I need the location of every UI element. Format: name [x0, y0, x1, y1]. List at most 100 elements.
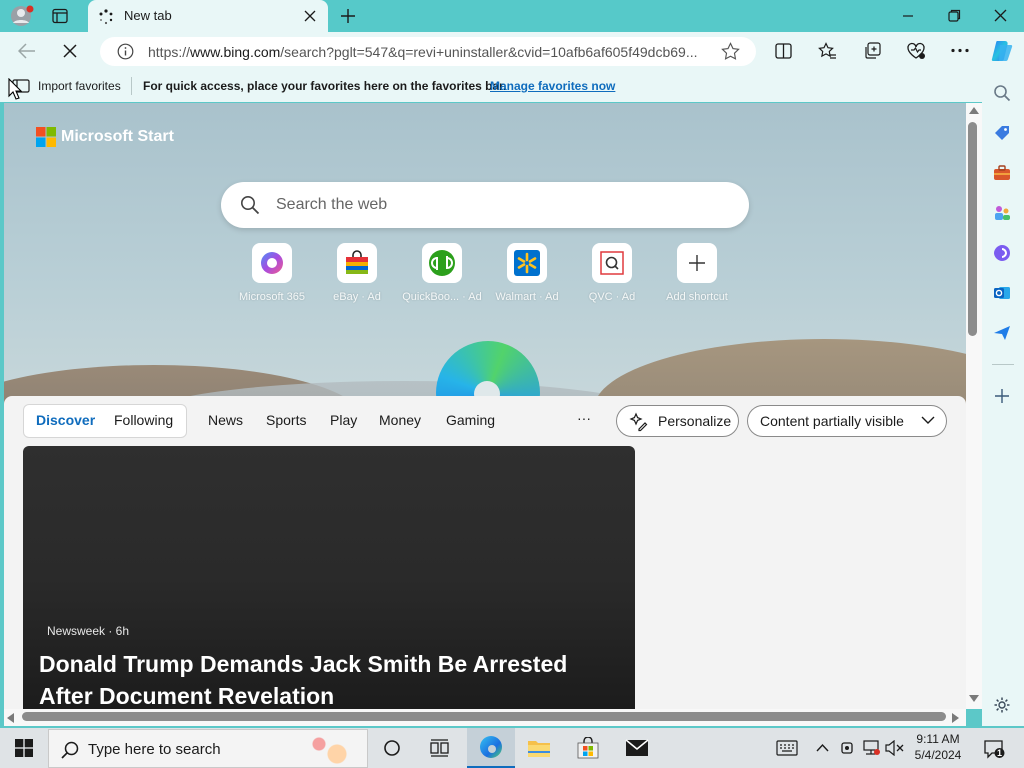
personalize-button[interactable]: Personalize: [616, 405, 739, 437]
shortcut-label: Walmart · Ad: [495, 291, 559, 303]
touch-keyboard-icon[interactable]: [776, 740, 798, 756]
scroll-down-arrow-icon[interactable]: [969, 695, 979, 702]
shortcut-label: Microsoft 365: [238, 291, 306, 303]
send-icon[interactable]: [993, 324, 1011, 342]
tab-new-tab[interactable]: New tab: [88, 0, 328, 32]
taskbar-search-box[interactable]: Type here to search: [48, 729, 368, 768]
shopping-tag-icon[interactable]: [993, 124, 1011, 142]
stop-loading-icon[interactable]: [62, 43, 78, 59]
search-placeholder: Search the web: [276, 196, 388, 213]
restore-icon[interactable]: [948, 9, 961, 22]
task-view-icon-button[interactable]: [416, 728, 464, 768]
sidebar-settings-gear-icon[interactable]: [993, 696, 1011, 714]
shortcut-ebay[interactable]: eBay · Ad: [317, 243, 397, 303]
horizontal-scroll-thumb[interactable]: [22, 712, 946, 721]
tab-actions-icon[interactable]: [52, 8, 68, 24]
import-favorites-link[interactable]: Import favorites: [38, 79, 121, 93]
shortcut-label: QVC · Ad: [588, 291, 636, 303]
shortcut-microsoft-365[interactable]: Microsoft 365: [232, 243, 312, 303]
tray-app-icon[interactable]: [840, 740, 854, 756]
close-window-icon[interactable]: [994, 9, 1007, 22]
task-view-button[interactable]: [368, 728, 416, 768]
scroll-left-arrow-icon[interactable]: [7, 713, 14, 723]
web-search-box[interactable]: Search the web: [221, 182, 749, 228]
file-explorer-button[interactable]: [515, 728, 563, 768]
start-button[interactable]: [0, 728, 48, 768]
back-arrow-icon[interactable]: [18, 43, 36, 59]
favorites-bar: Import favorites For quick access, place…: [0, 70, 982, 102]
tab-gaming[interactable]: Gaming: [446, 412, 495, 428]
new-tab-plus-icon[interactable]: [340, 8, 356, 24]
clock-time: 9:11 AM: [916, 732, 960, 746]
windows-logo-icon: [15, 739, 33, 757]
taskbar-edge-button[interactable]: [467, 728, 515, 768]
notification-count-badge: 1: [997, 748, 1003, 758]
add-shortcut-button[interactable]: Add shortcut: [657, 243, 737, 303]
system-clock[interactable]: 9:11 AM 5/4/2024: [906, 731, 970, 763]
outlook-icon[interactable]: [993, 284, 1011, 302]
shortcut-label: eBay · Ad: [333, 291, 381, 303]
news-card[interactable]: Newsweek · 6h Donald Trump Demands Jack …: [23, 446, 635, 709]
tab-following[interactable]: Following: [114, 412, 173, 428]
address-bar[interactable]: https://www.bing.com/search?pglt=547&q=r…: [100, 37, 756, 66]
volume-muted-icon[interactable]: [885, 740, 905, 756]
search-icon[interactable]: [993, 84, 1011, 102]
brand-title[interactable]: Microsoft Start: [61, 128, 174, 146]
folder-icon: [528, 741, 550, 757]
more-tabs-button[interactable]: ···: [577, 410, 591, 426]
news-headline[interactable]: Donald Trump Demands Jack Smith Be Arres…: [39, 648, 599, 709]
favorites-hint: For quick access, place your favorites h…: [143, 79, 507, 93]
add-sidebar-app-icon[interactable]: [994, 388, 1010, 404]
microsoft-365-icon: [252, 243, 292, 283]
shortcut-label: Add shortcut: [666, 291, 728, 303]
address-url: https://www.bing.com/search?pglt=547&q=r…: [148, 44, 698, 60]
mail-button[interactable]: [613, 728, 661, 768]
task-view-icon: [430, 739, 449, 757]
manage-favorites-link[interactable]: Manage favorites now: [490, 79, 615, 93]
clock-date: 5/4/2024: [914, 748, 962, 762]
scroll-up-arrow-icon[interactable]: [969, 107, 979, 114]
add-plus-icon: [677, 243, 717, 283]
tab-money[interactable]: Money: [379, 412, 421, 428]
ebay-shopping-bag-icon: [337, 243, 377, 283]
minimize-icon[interactable]: [902, 10, 914, 22]
tools-briefcase-icon[interactable]: [993, 164, 1011, 182]
microsoft-365-icon[interactable]: [993, 244, 1011, 262]
edge-sidebar: [982, 70, 1024, 726]
favorite-star-icon[interactable]: [721, 42, 740, 61]
search-highlight-illustration: [299, 734, 359, 768]
shortcut-label: QuickBoo... · Ad: [402, 291, 482, 303]
store-bag-icon: [577, 737, 599, 759]
tab-title: New tab: [124, 8, 172, 23]
shortcut-walmart[interactable]: Walmart · Ad: [487, 243, 567, 303]
microsoft-store-button[interactable]: [564, 728, 612, 768]
tab-news[interactable]: News: [208, 412, 243, 428]
shortcut-qvc[interactable]: QVC · Ad: [572, 243, 652, 303]
notification-center-icon[interactable]: [984, 739, 1006, 759]
copilot-icon[interactable]: [990, 38, 1014, 62]
tab-sports[interactable]: Sports: [266, 412, 306, 428]
games-icon[interactable]: [993, 204, 1011, 222]
news-source: Newsweek · 6h: [47, 624, 130, 638]
microsoft-logo-icon: [36, 127, 56, 147]
personalize-label: Personalize: [658, 413, 732, 429]
loading-spinner-icon: [98, 9, 114, 25]
tab-play[interactable]: Play: [330, 412, 357, 428]
tab-discover[interactable]: Discover: [36, 412, 95, 428]
profile-avatar-icon[interactable]: [10, 5, 34, 27]
browser-essentials-icon[interactable]: [906, 42, 926, 60]
favorites-icon[interactable]: [818, 42, 837, 60]
close-tab-icon[interactable]: [304, 10, 316, 22]
settings-and-more-icon[interactable]: [951, 48, 969, 53]
content-visibility-dropdown[interactable]: Content partially visible: [747, 405, 947, 437]
show-hidden-icons-chevron-icon[interactable]: [816, 743, 829, 752]
vertical-scroll-thumb[interactable]: [968, 122, 977, 336]
collections-icon[interactable]: [863, 42, 881, 60]
split-screen-icon[interactable]: [775, 43, 792, 59]
network-icon[interactable]: [862, 740, 880, 756]
shortcut-quickbooks[interactable]: QuickBoo... · Ad: [402, 243, 482, 303]
qvc-icon: [592, 243, 632, 283]
edge-icon: [480, 736, 502, 758]
scroll-right-arrow-icon[interactable]: [952, 713, 959, 723]
info-icon[interactable]: [117, 43, 134, 60]
